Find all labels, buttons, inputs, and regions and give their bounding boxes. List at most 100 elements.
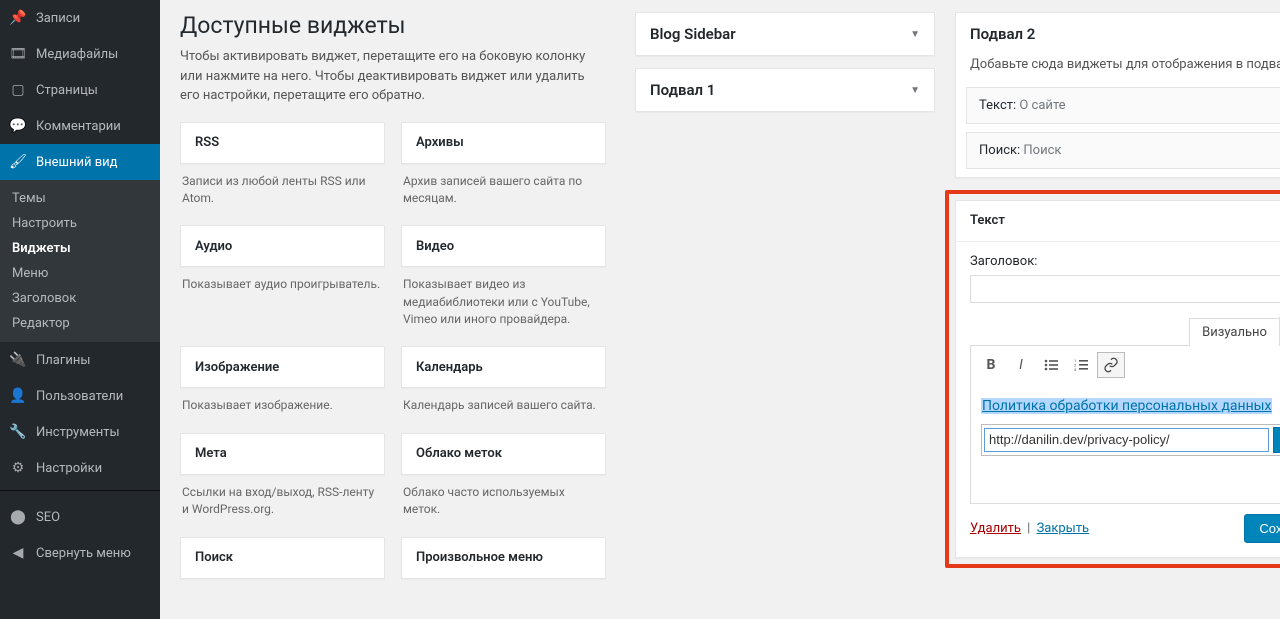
delete-link[interactable]: Удалить [970, 521, 1021, 536]
sidebar-item-users[interactable]: 👤 Пользователи [0, 378, 160, 414]
page-icon: ▢ [8, 80, 28, 100]
save-button[interactable]: Сохранить [1244, 514, 1280, 543]
settings-icon: ⚙ [8, 458, 28, 478]
brush-icon: 🖌 [8, 152, 28, 172]
editor-toolbar: B I 123 [970, 346, 1280, 384]
sidebar-item-label: Комментарии [36, 119, 121, 134]
sidebar-item-comments[interactable]: 💬 Комментарии [0, 108, 160, 144]
open-widget-header[interactable]: Текст ▲ [956, 201, 1280, 242]
sidebar-item-label: Внешний вид [36, 155, 118, 170]
user-icon: 👤 [8, 386, 28, 406]
italic-button[interactable]: I [1007, 352, 1035, 378]
sidebar-item-label: Инструменты [36, 425, 120, 440]
sidebar-item-posts[interactable]: 📌 Записи [0, 0, 160, 36]
close-link[interactable]: Закрыть [1037, 521, 1090, 536]
admin-sidebar: 📌 Записи 🎞 Медиафайлы ▢ Страницы 💬 Комме… [0, 0, 160, 619]
tab-visual[interactable]: Визуально [1189, 318, 1280, 346]
sidebar-item-label: Пользователи [36, 389, 123, 404]
available-widget: ИзображениеПоказывает изображение. [180, 346, 385, 420]
bold-button[interactable]: B [977, 352, 1005, 378]
media-icon: 🎞 [8, 44, 28, 64]
widget-item-label: Текст: О сайте [979, 98, 1066, 113]
widget-description: Ссылки на вход/выход, RSS-ленту и WordPr… [180, 475, 385, 525]
area-desc: Добавьте сюда виджеты для отображения в … [956, 55, 1280, 87]
title-field-label: Заголовок: [970, 254, 1280, 269]
widget-description: Календарь записей вашего сайта. [401, 388, 606, 420]
available-widget: АудиоПоказывает аудио проигрыватель. [180, 225, 385, 334]
sub-header[interactable]: Заголовок [0, 286, 160, 311]
widget-description: Облако часто используемых меток. [401, 475, 606, 525]
widget-header[interactable]: Изображение [180, 346, 385, 388]
plugin-icon: 🔌 [8, 350, 28, 370]
svg-text:3: 3 [1074, 367, 1076, 372]
open-widget-text: Текст ▲ Заголовок: Визуально Текст B [955, 200, 1280, 558]
widget-areas-col-2: Подвал 2 ▲ Добавьте сюда виджеты для ото… [955, 12, 1280, 599]
chevron-down-icon: ▼ [910, 29, 920, 40]
area-head[interactable]: Подвал 1 ▼ [636, 69, 934, 111]
sub-themes[interactable]: Темы [0, 186, 160, 211]
available-widget: МетаСсылки на вход/выход, RSS-ленту и Wo… [180, 433, 385, 525]
sidebar-item-pages[interactable]: ▢ Страницы [0, 72, 160, 108]
sidebar-item-appearance[interactable]: 🖌 Внешний вид [0, 144, 160, 180]
sub-menus[interactable]: Меню [0, 261, 160, 286]
seo-icon: ⬤ [8, 507, 28, 527]
editor-link-text[interactable]: Политика обработки персональных данных [981, 398, 1272, 414]
widget-description: Показывает видео из медиабиблиотеки или … [401, 267, 606, 334]
sidebar-item-media[interactable]: 🎞 Медиафайлы [0, 36, 160, 72]
widget-header[interactable]: Облако меток [401, 433, 606, 475]
area-head[interactable]: Подвал 2 ▲ [956, 13, 1280, 55]
available-desc: Чтобы активировать виджет, перетащите ег… [180, 47, 600, 106]
widget-header[interactable]: Произвольное меню [401, 537, 606, 579]
sub-widgets[interactable]: Виджеты [0, 236, 160, 261]
widget-header[interactable]: Аудио [180, 225, 385, 267]
widget-areas-col-1: Blog Sidebar ▼ Подвал 1 ▼ [635, 12, 935, 599]
widget-description: Показывает аудио проигрыватель. [180, 267, 385, 299]
widget-item-label: Поиск: Поиск [979, 143, 1061, 158]
editor-content[interactable]: Политика обработки персональных данных [970, 384, 1280, 504]
area-widget-item[interactable]: Текст: О сайте▼ [966, 87, 1280, 124]
sidebar-item-plugins[interactable]: 🔌 Плагины [0, 342, 160, 378]
area-widget-item[interactable]: Поиск: Поиск▼ [966, 132, 1280, 169]
widget-header[interactable]: Архивы [401, 122, 606, 164]
open-widget-body: Заголовок: Визуально Текст B I [956, 242, 1280, 557]
number-list-button[interactable]: 123 [1067, 352, 1095, 378]
sidebar-item-label: Медиафайлы [36, 47, 118, 62]
editor-tabs: Визуально Текст [970, 317, 1280, 346]
link-url-input[interactable] [984, 428, 1269, 452]
widget-header[interactable]: Мета [180, 433, 385, 475]
bullet-list-button[interactable] [1037, 352, 1065, 378]
available-widget: Произвольное меню [401, 537, 606, 579]
area-title: Подвал 2 [970, 25, 1035, 43]
available-widget: ВидеоПоказывает видео из медиабиблиотеки… [401, 225, 606, 334]
sidebar-item-label: Записи [36, 11, 80, 26]
chevron-down-icon: ▼ [910, 85, 920, 96]
widget-header[interactable]: Поиск [180, 537, 385, 579]
sidebar-item-seo[interactable]: ⬤ SEO [0, 499, 160, 535]
sidebar-item-collapse[interactable]: ◀ Свернуть меню [0, 535, 160, 571]
area-title: Blog Sidebar [650, 25, 736, 43]
sidebar-separator [0, 490, 160, 495]
collapse-icon: ◀ [8, 543, 28, 563]
apply-link-button[interactable] [1273, 427, 1280, 453]
sidebar-item-label: Настройки [36, 461, 102, 476]
sidebar-item-tools[interactable]: 🔧 Инструменты [0, 414, 160, 450]
area-footer-1: Подвал 1 ▼ [635, 68, 935, 112]
sub-editor[interactable]: Редактор [0, 311, 160, 336]
title-input[interactable] [970, 275, 1280, 303]
widget-header[interactable]: Календарь [401, 346, 606, 388]
separator: | [1027, 521, 1030, 536]
available-widget: АрхивыАрхив записей вашего сайта по меся… [401, 122, 606, 214]
widget-description: Записи из любой ленты RSS или Atom. [180, 164, 385, 214]
sidebar-item-label: Страницы [36, 83, 98, 98]
sub-customize[interactable]: Настроить [0, 211, 160, 236]
available-widget: RSSЗаписи из любой ленты RSS или Atom. [180, 122, 385, 214]
widget-header[interactable]: RSS [180, 122, 385, 164]
sidebar-item-label: SEO [36, 510, 60, 525]
sidebar-item-settings[interactable]: ⚙ Настройки [0, 450, 160, 486]
area-head[interactable]: Blog Sidebar ▼ [636, 13, 934, 55]
comment-icon: 💬 [8, 116, 28, 136]
tool-icon: 🔧 [8, 422, 28, 442]
widget-header[interactable]: Видео [401, 225, 606, 267]
link-button[interactable] [1097, 352, 1125, 378]
available-title: Доступные виджеты [180, 12, 615, 39]
